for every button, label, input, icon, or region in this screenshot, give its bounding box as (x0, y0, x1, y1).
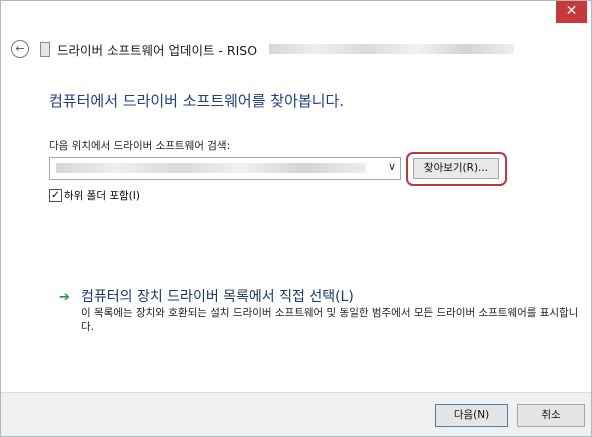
window-title: 드라이버 소프트웨어 업데이트 - RISO (57, 42, 258, 58)
checkmark-icon: ✓ (51, 190, 60, 201)
page-heading: 컴퓨터에서 드라이버 소프트웨어를 찾아봅니다. (49, 92, 345, 110)
search-location-combobox[interactable]: ∨ (49, 157, 401, 180)
include-subfolders-checkbox-row[interactable]: ✓ 하위 폴더 포함(I) (49, 188, 140, 203)
include-subfolders-label: 하위 폴더 포함(I) (64, 190, 140, 202)
back-button[interactable]: ← (11, 40, 29, 58)
close-button[interactable]: ✕ (556, 1, 587, 23)
close-icon: ✕ (565, 3, 578, 19)
redacted-device-name (269, 44, 515, 54)
green-arrow-icon: ➔ (59, 290, 70, 305)
footer-bar: 다음(N) 취소 (1, 392, 591, 436)
header-bar: ← 드라이버 소프트웨어 업데이트 - RISO (11, 38, 515, 60)
include-subfolders-checkbox[interactable]: ✓ (49, 189, 62, 202)
search-location-label: 다음 위치에서 드라이버 소프트웨어 검색: (49, 140, 231, 152)
redacted-path-value (56, 163, 366, 173)
driver-icon (40, 41, 50, 57)
cancel-button[interactable]: 취소 (517, 404, 585, 427)
back-arrow-icon: ← (15, 42, 25, 55)
pick-from-list-description: 이 목록에는 장치와 호환되는 설치 드라이버 소프트웨어 및 동일한 범주에서… (81, 307, 579, 333)
next-button[interactable]: 다음(N) (435, 404, 508, 427)
chevron-down-icon[interactable]: ∨ (388, 160, 396, 173)
pick-from-list-link[interactable]: 컴퓨터의 장치 드라이버 목록에서 직접 선택(L) (81, 286, 354, 306)
driver-update-window: ✕ ← 드라이버 소프트웨어 업데이트 - RISO 컴퓨터에서 드라이버 소프… (0, 0, 592, 437)
browse-button[interactable]: 찾아보기(R)... (413, 158, 499, 179)
